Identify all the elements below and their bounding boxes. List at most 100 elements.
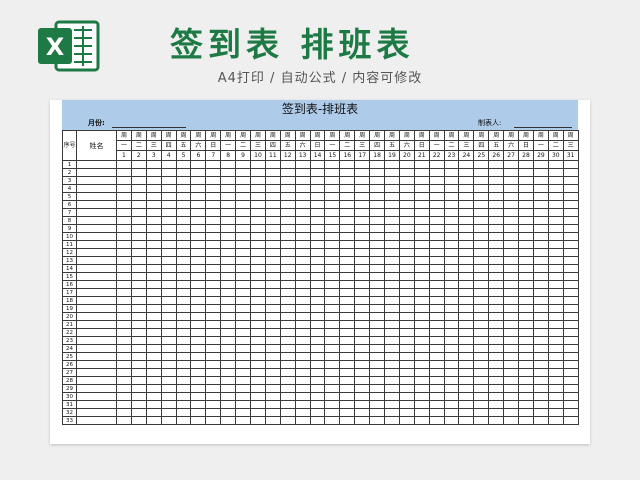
- attendance-cell[interactable]: [532, 176, 549, 185]
- attendance-cell[interactable]: [413, 232, 430, 241]
- attendance-cell[interactable]: [384, 184, 400, 193]
- attendance-cell[interactable]: [562, 328, 579, 337]
- name-cell[interactable]: [76, 392, 117, 401]
- attendance-cell[interactable]: [190, 256, 207, 265]
- attendance-cell[interactable]: [458, 192, 475, 201]
- attendance-cell[interactable]: [190, 184, 207, 193]
- attendance-cell[interactable]: [324, 240, 341, 249]
- attendance-cell[interactable]: [562, 280, 579, 289]
- attendance-cell[interactable]: [532, 184, 549, 193]
- attendance-cell[interactable]: [518, 208, 534, 217]
- name-cell[interactable]: [76, 320, 117, 329]
- attendance-cell[interactable]: [384, 296, 400, 305]
- attendance-cell[interactable]: [160, 392, 177, 401]
- attendance-cell[interactable]: [279, 160, 296, 169]
- attendance-cell[interactable]: [175, 368, 192, 377]
- attendance-cell[interactable]: [503, 200, 520, 209]
- attendance-cell[interactable]: [518, 200, 534, 209]
- attendance-cell[interactable]: [369, 320, 386, 329]
- attendance-cell[interactable]: [324, 360, 341, 369]
- attendance-cell[interactable]: [369, 232, 386, 241]
- attendance-cell[interactable]: [518, 264, 534, 273]
- attendance-cell[interactable]: [532, 312, 549, 321]
- attendance-cell[interactable]: [116, 216, 132, 225]
- attendance-cell[interactable]: [324, 200, 341, 209]
- attendance-cell[interactable]: [518, 392, 534, 401]
- attendance-cell[interactable]: [443, 360, 460, 369]
- attendance-cell[interactable]: [220, 320, 237, 329]
- attendance-cell[interactable]: [369, 400, 386, 409]
- attendance-cell[interactable]: [398, 176, 415, 185]
- attendance-cell[interactable]: [175, 336, 192, 345]
- attendance-cell[interactable]: [547, 184, 564, 193]
- attendance-cell[interactable]: [220, 352, 237, 361]
- attendance-cell[interactable]: [443, 296, 460, 305]
- attendance-cell[interactable]: [547, 360, 564, 369]
- attendance-cell[interactable]: [547, 216, 564, 225]
- attendance-cell[interactable]: [235, 408, 252, 417]
- attendance-cell[interactable]: [294, 216, 311, 225]
- attendance-cell[interactable]: [175, 352, 192, 361]
- attendance-cell[interactable]: [443, 216, 460, 225]
- attendance-cell[interactable]: [145, 304, 162, 313]
- attendance-cell[interactable]: [413, 312, 430, 321]
- attendance-cell[interactable]: [145, 408, 162, 417]
- attendance-cell[interactable]: [413, 304, 430, 313]
- attendance-cell[interactable]: [309, 336, 326, 345]
- attendance-cell[interactable]: [220, 184, 237, 193]
- attendance-cell[interactable]: [488, 360, 505, 369]
- attendance-cell[interactable]: [205, 248, 222, 257]
- attendance-cell[interactable]: [250, 272, 266, 281]
- month-input-line[interactable]: [112, 127, 186, 128]
- attendance-cell[interactable]: [279, 400, 296, 409]
- attendance-cell[interactable]: [488, 384, 505, 393]
- attendance-cell[interactable]: [220, 384, 237, 393]
- attendance-cell[interactable]: [518, 416, 534, 425]
- attendance-cell[interactable]: [250, 176, 266, 185]
- attendance-cell[interactable]: [190, 416, 207, 425]
- attendance-cell[interactable]: [205, 376, 222, 385]
- attendance-cell[interactable]: [145, 360, 162, 369]
- attendance-cell[interactable]: [518, 232, 534, 241]
- attendance-cell[interactable]: [443, 352, 460, 361]
- name-cell[interactable]: [76, 336, 117, 345]
- attendance-cell[interactable]: [250, 400, 266, 409]
- name-cell[interactable]: [76, 168, 117, 177]
- attendance-cell[interactable]: [116, 392, 132, 401]
- attendance-cell[interactable]: [488, 256, 505, 265]
- attendance-cell[interactable]: [398, 336, 415, 345]
- attendance-cell[interactable]: [339, 216, 356, 225]
- attendance-cell[interactable]: [503, 304, 520, 313]
- attendance-cell[interactable]: [116, 200, 132, 209]
- attendance-cell[interactable]: [250, 392, 266, 401]
- attendance-cell[interactable]: [145, 184, 162, 193]
- attendance-cell[interactable]: [279, 352, 296, 361]
- attendance-cell[interactable]: [398, 304, 415, 313]
- name-cell[interactable]: [76, 224, 117, 233]
- attendance-cell[interactable]: [458, 288, 475, 297]
- attendance-cell[interactable]: [354, 304, 371, 313]
- attendance-cell[interactable]: [532, 344, 549, 353]
- attendance-cell[interactable]: [473, 216, 490, 225]
- attendance-cell[interactable]: [309, 288, 326, 297]
- attendance-cell[interactable]: [503, 344, 520, 353]
- attendance-cell[interactable]: [264, 216, 281, 225]
- attendance-cell[interactable]: [205, 272, 222, 281]
- attendance-cell[interactable]: [190, 344, 207, 353]
- attendance-cell[interactable]: [205, 192, 222, 201]
- attendance-cell[interactable]: [354, 272, 371, 281]
- attendance-cell[interactable]: [473, 400, 490, 409]
- attendance-cell[interactable]: [547, 224, 564, 233]
- attendance-cell[interactable]: [354, 416, 371, 425]
- attendance-cell[interactable]: [294, 176, 311, 185]
- attendance-cell[interactable]: [264, 272, 281, 281]
- attendance-cell[interactable]: [428, 200, 445, 209]
- attendance-cell[interactable]: [562, 408, 579, 417]
- attendance-cell[interactable]: [562, 384, 579, 393]
- attendance-cell[interactable]: [175, 192, 192, 201]
- attendance-cell[interactable]: [264, 296, 281, 305]
- attendance-cell[interactable]: [235, 376, 252, 385]
- attendance-cell[interactable]: [547, 408, 564, 417]
- attendance-cell[interactable]: [294, 408, 311, 417]
- attendance-cell[interactable]: [205, 304, 222, 313]
